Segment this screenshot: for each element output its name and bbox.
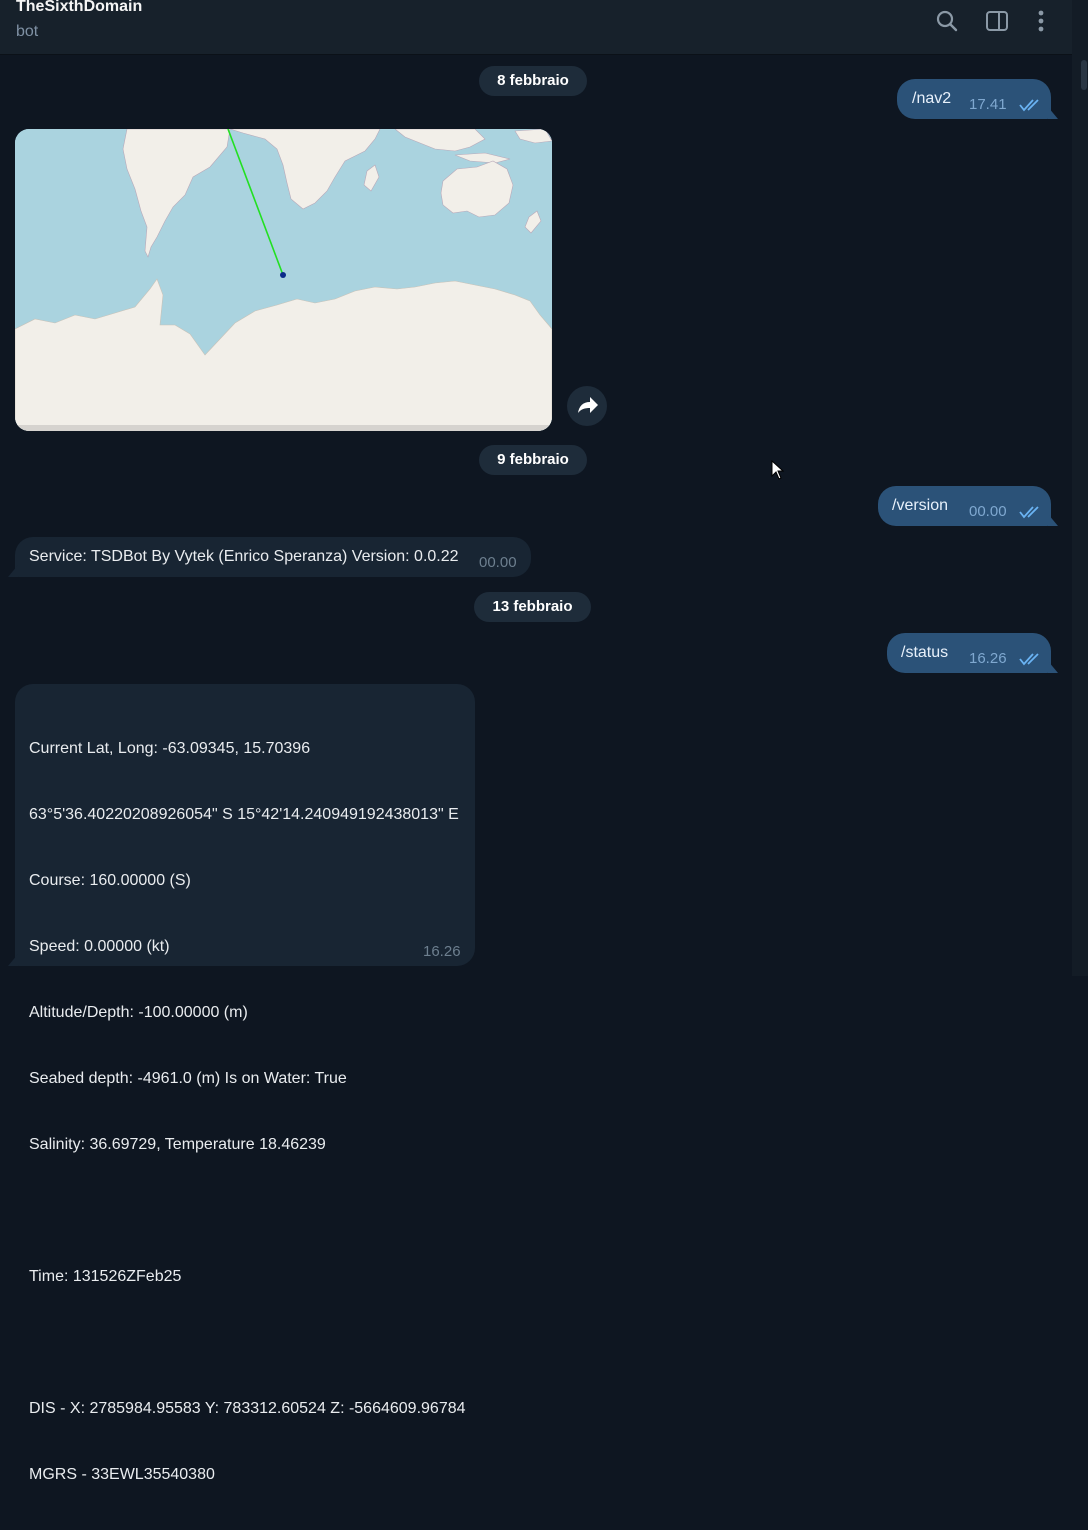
message-time: 00.00 xyxy=(969,503,1007,520)
message-text[interactable]: /status xyxy=(901,644,948,662)
more-vertical-icon[interactable] xyxy=(1028,8,1054,34)
share-button[interactable] xyxy=(567,386,607,426)
message-text[interactable]: /version xyxy=(892,497,948,515)
scrollbar-thumb[interactable] xyxy=(1081,60,1087,90)
read-checkmarks-icon xyxy=(1019,653,1039,666)
scrollbar-track[interactable] xyxy=(1072,0,1088,976)
message-time: 17.41 xyxy=(969,96,1007,113)
map-graphic xyxy=(15,129,552,431)
outgoing-message[interactable]: /status 16.26 xyxy=(887,633,1058,673)
mouse-cursor-icon xyxy=(771,460,785,480)
map-image[interactable] xyxy=(15,129,552,431)
status-line: Course: 160.00000 (S) xyxy=(29,872,191,889)
status-line: MGRS - 33EWL35540380 xyxy=(29,1466,215,1483)
message-text: Service: TSDBot By Vytek (Enrico Speranz… xyxy=(29,548,459,565)
date-separator: 9 febbraio xyxy=(479,445,587,475)
date-separator: 13 febbraio xyxy=(474,592,591,622)
status-line: Speed: 0.00000 (kt) xyxy=(29,938,170,955)
date-separator: 8 febbraio xyxy=(479,66,587,96)
read-checkmarks-icon xyxy=(1019,99,1039,112)
status-line: 63°5'36.40220208926054" S 15°42'14.24094… xyxy=(29,806,459,823)
status-line: Seabed depth: -4961.0 (m) Is on Water: T… xyxy=(29,1070,347,1087)
share-arrow-icon xyxy=(578,397,598,413)
status-line: Salinity: 36.69729, Temperature 18.46239 xyxy=(29,1136,326,1153)
read-checkmarks-icon xyxy=(1019,506,1039,519)
status-line: Altitude/Depth: -100.00000 (m) xyxy=(29,1004,248,1021)
outgoing-message[interactable]: /version 00.00 xyxy=(878,486,1058,526)
message-time: 16.26 xyxy=(969,650,1007,667)
outgoing-message[interactable]: /nav2 17.41 xyxy=(897,79,1058,119)
incoming-message[interactable]: Current Lat, Long: -63.09345, 15.70396 6… xyxy=(8,684,475,1483)
sidebar-toggle-icon[interactable] xyxy=(984,8,1010,34)
status-line: Time: 131526ZFeb25 xyxy=(29,1268,182,1285)
message-time: 16.26 xyxy=(423,943,461,960)
chat-header: TheSixthDomain bot xyxy=(0,0,1072,55)
status-line: Current Lat, Long: -63.09345, 15.70396 xyxy=(29,740,311,757)
chat-subtitle: bot xyxy=(16,23,39,40)
status-report: Current Lat, Long: -63.09345, 15.70396 6… xyxy=(29,694,466,1530)
chat-title[interactable]: TheSixthDomain xyxy=(16,0,142,16)
message-text[interactable]: /nav2 xyxy=(912,90,951,108)
incoming-message[interactable]: Service: TSDBot By Vytek (Enrico Speranz… xyxy=(8,537,531,577)
message-time: 00.00 xyxy=(479,554,517,571)
status-line: DIS - X: 2785984.95583 Y: 783312.60524 Z… xyxy=(29,1400,466,1417)
search-icon[interactable] xyxy=(934,8,960,34)
